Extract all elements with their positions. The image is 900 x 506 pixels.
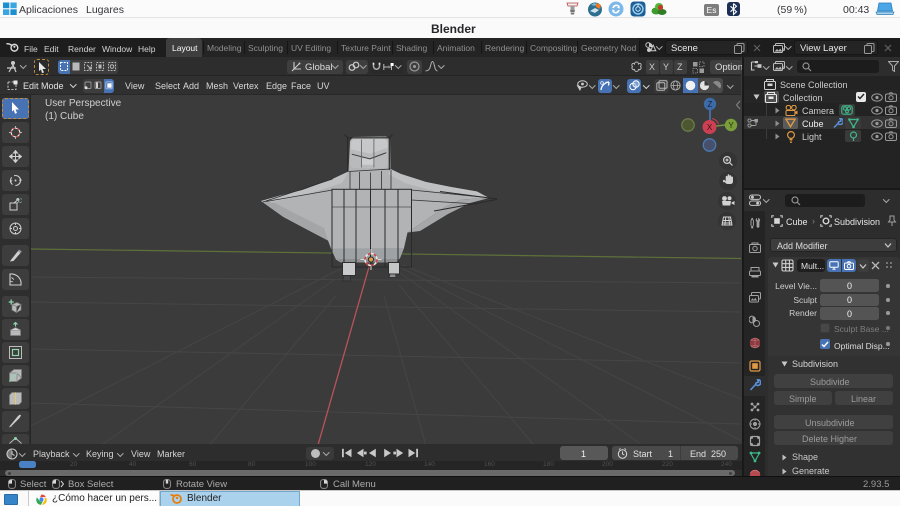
svg-text:X: X xyxy=(707,123,713,132)
svg-text:Z: Z xyxy=(708,100,713,109)
svg-text:Y: Y xyxy=(728,121,734,130)
